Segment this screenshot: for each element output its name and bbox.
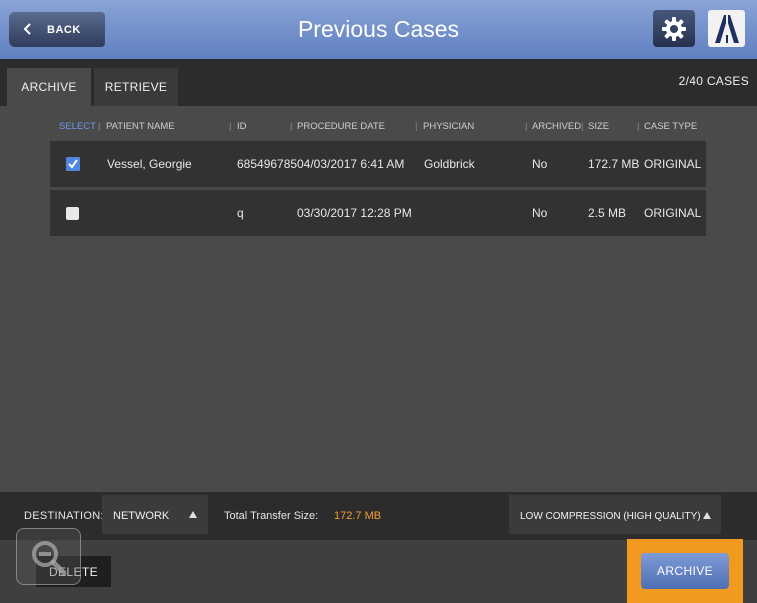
transfer-size-value: 172.7 MB: [334, 510, 382, 522]
cell-size: 172.7 MB: [588, 157, 640, 171]
destination-label: DESTINATION:: [24, 510, 104, 522]
cell-archived: No: [532, 206, 548, 220]
column-header-procedure-date[interactable]: PROCEDURE DATE: [297, 121, 385, 132]
triangle-up-icon: [703, 512, 711, 519]
gear-icon: [662, 16, 686, 41]
brand-logo[interactable]: [708, 10, 745, 47]
checkmark-icon: [66, 157, 80, 171]
column-header-id[interactable]: ID: [237, 121, 247, 132]
tab-archive[interactable]: ARCHIVE: [7, 68, 91, 106]
cell-id: 685496785: [237, 157, 298, 171]
column-header-case-type[interactable]: CASE TYPE: [644, 121, 697, 132]
table-header: SELECT | PATIENT NAME | ID | PROCEDURE D…: [50, 121, 706, 133]
column-separator: |: [229, 121, 232, 132]
table-row[interactable]: q 03/30/2017 12:28 PM No 2.5 MB ORIGINAL: [50, 190, 706, 236]
cell-size: 2.5 MB: [588, 206, 627, 220]
header-bar: BACK Previous Cases: [0, 0, 757, 59]
chevron-left-icon: [23, 23, 31, 35]
column-separator: |: [581, 121, 584, 132]
column-header-physician[interactable]: PHYSICIAN: [423, 121, 474, 132]
compression-select[interactable]: LOW COMPRESSION (HIGH QUALITY): [509, 495, 721, 534]
cell-procedure-date: 04/03/2017 6:41 AM: [297, 157, 405, 171]
column-separator: |: [290, 121, 293, 132]
archive-button[interactable]: ARCHIVE: [641, 553, 729, 589]
zoom-out-button[interactable]: [16, 528, 81, 585]
table-row[interactable]: Vessel, Georgie 685496785 04/03/2017 6:4…: [50, 141, 706, 187]
triangle-up-icon: [189, 511, 197, 518]
brand-logo-icon: [714, 14, 739, 43]
cell-patient-name: Vessel, Georgie: [107, 157, 192, 171]
column-header-patient-name[interactable]: PATIENT NAME: [106, 121, 175, 132]
row-checkbox-checked[interactable]: [66, 157, 80, 171]
cell-physician: Goldbrick: [424, 157, 475, 171]
cell-archived: No: [532, 157, 548, 171]
settings-button[interactable]: [653, 10, 695, 47]
column-separator: |: [415, 121, 418, 132]
column-separator: |: [525, 121, 528, 132]
column-header-size[interactable]: SIZE: [588, 121, 609, 132]
compression-value: LOW COMPRESSION (HIGH QUALITY): [520, 511, 701, 522]
tab-bar: ARCHIVE RETRIEVE 2/40 CASES: [0, 59, 757, 106]
case-count: 2/40 CASES: [678, 74, 749, 88]
back-button[interactable]: BACK: [9, 12, 105, 47]
destination-value: NETWORK: [113, 510, 170, 522]
column-separator: |: [98, 121, 101, 132]
column-separator: |: [637, 121, 640, 132]
tab-retrieve[interactable]: RETRIEVE: [94, 68, 178, 106]
zoom-out-icon: [32, 541, 67, 576]
cell-case-type: ORIGINAL: [644, 157, 702, 171]
destination-select[interactable]: NETWORK: [102, 495, 208, 534]
cell-id: q: [237, 206, 244, 220]
row-checkbox-unchecked[interactable]: [66, 207, 79, 220]
page-title: Previous Cases: [297, 16, 460, 42]
cell-case-type: ORIGINAL: [644, 206, 702, 220]
column-header-select[interactable]: SELECT: [59, 121, 96, 132]
column-header-archived[interactable]: ARCHIVED: [532, 121, 581, 132]
transfer-size-label: Total Transfer Size:: [224, 510, 319, 522]
destination-bar: DESTINATION: NETWORK Total Transfer Size…: [0, 492, 757, 540]
cell-procedure-date: 03/30/2017 12:28 PM: [297, 206, 412, 220]
back-button-label: BACK: [47, 23, 81, 36]
